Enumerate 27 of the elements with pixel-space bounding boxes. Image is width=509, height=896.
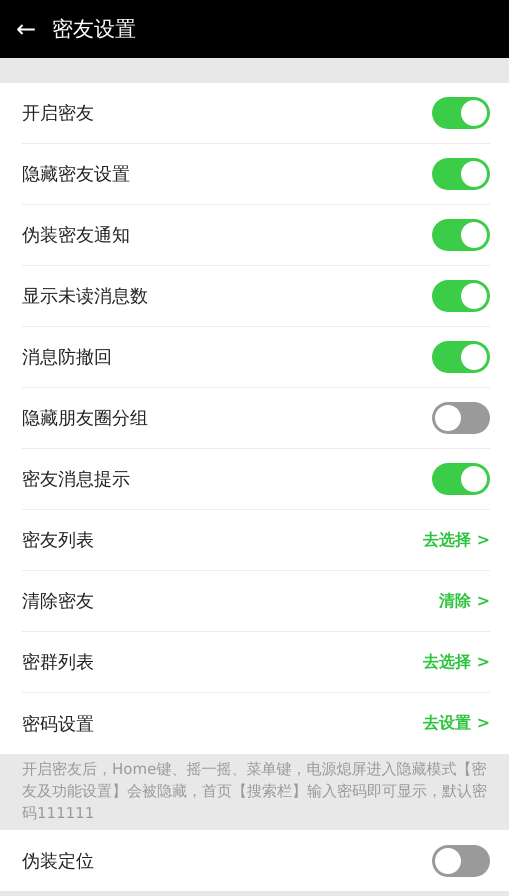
action-link[interactable]: 去选择 > xyxy=(423,652,490,672)
action-link[interactable]: 去设置 > xyxy=(423,713,490,734)
help-text: 开启密友后，Home键、摇一摇、菜单键，电源熄屏进入隐藏模式【密友及功能设置】会被隐藏，首页【搜索栏】输入密码即可显示，默认密码111111 xyxy=(22,759,487,824)
toggle-switch[interactable] xyxy=(432,219,490,251)
toggle-switch[interactable] xyxy=(432,158,490,190)
setting-label: 伪装密友通知 xyxy=(22,224,130,247)
action-link[interactable]: 去选择 > xyxy=(423,530,490,550)
setting-label: 密群列表 xyxy=(22,651,94,674)
toggle-switch[interactable] xyxy=(432,463,490,495)
toggle-switch[interactable] xyxy=(432,280,490,312)
setting-label: 消息防撤回 xyxy=(22,346,112,369)
page-title: 密友设置 xyxy=(52,16,136,43)
setting-label: 隐藏朋友圈分组 xyxy=(22,407,148,430)
setting-label: 密友消息提示 xyxy=(22,468,130,491)
setting-label: 清除密友 xyxy=(22,590,94,613)
setting-label: 隐藏密友设置 xyxy=(22,163,130,186)
action-link[interactable]: 清除 > xyxy=(439,590,490,612)
back-button[interactable]: ← xyxy=(14,17,38,41)
toggle-switch[interactable] xyxy=(432,402,490,434)
setting-label: 密友列表 xyxy=(22,529,94,552)
setting-label: 密码设置 xyxy=(22,712,94,736)
setting-label: 开启密友 xyxy=(22,102,94,125)
setting-label: 显示未读消息数 xyxy=(22,285,148,308)
setting-label: 伪装定位 xyxy=(22,850,94,872)
toggle-switch[interactable] xyxy=(432,341,490,373)
toggle-switch[interactable] xyxy=(432,844,490,876)
toggle-switch[interactable] xyxy=(432,97,490,129)
